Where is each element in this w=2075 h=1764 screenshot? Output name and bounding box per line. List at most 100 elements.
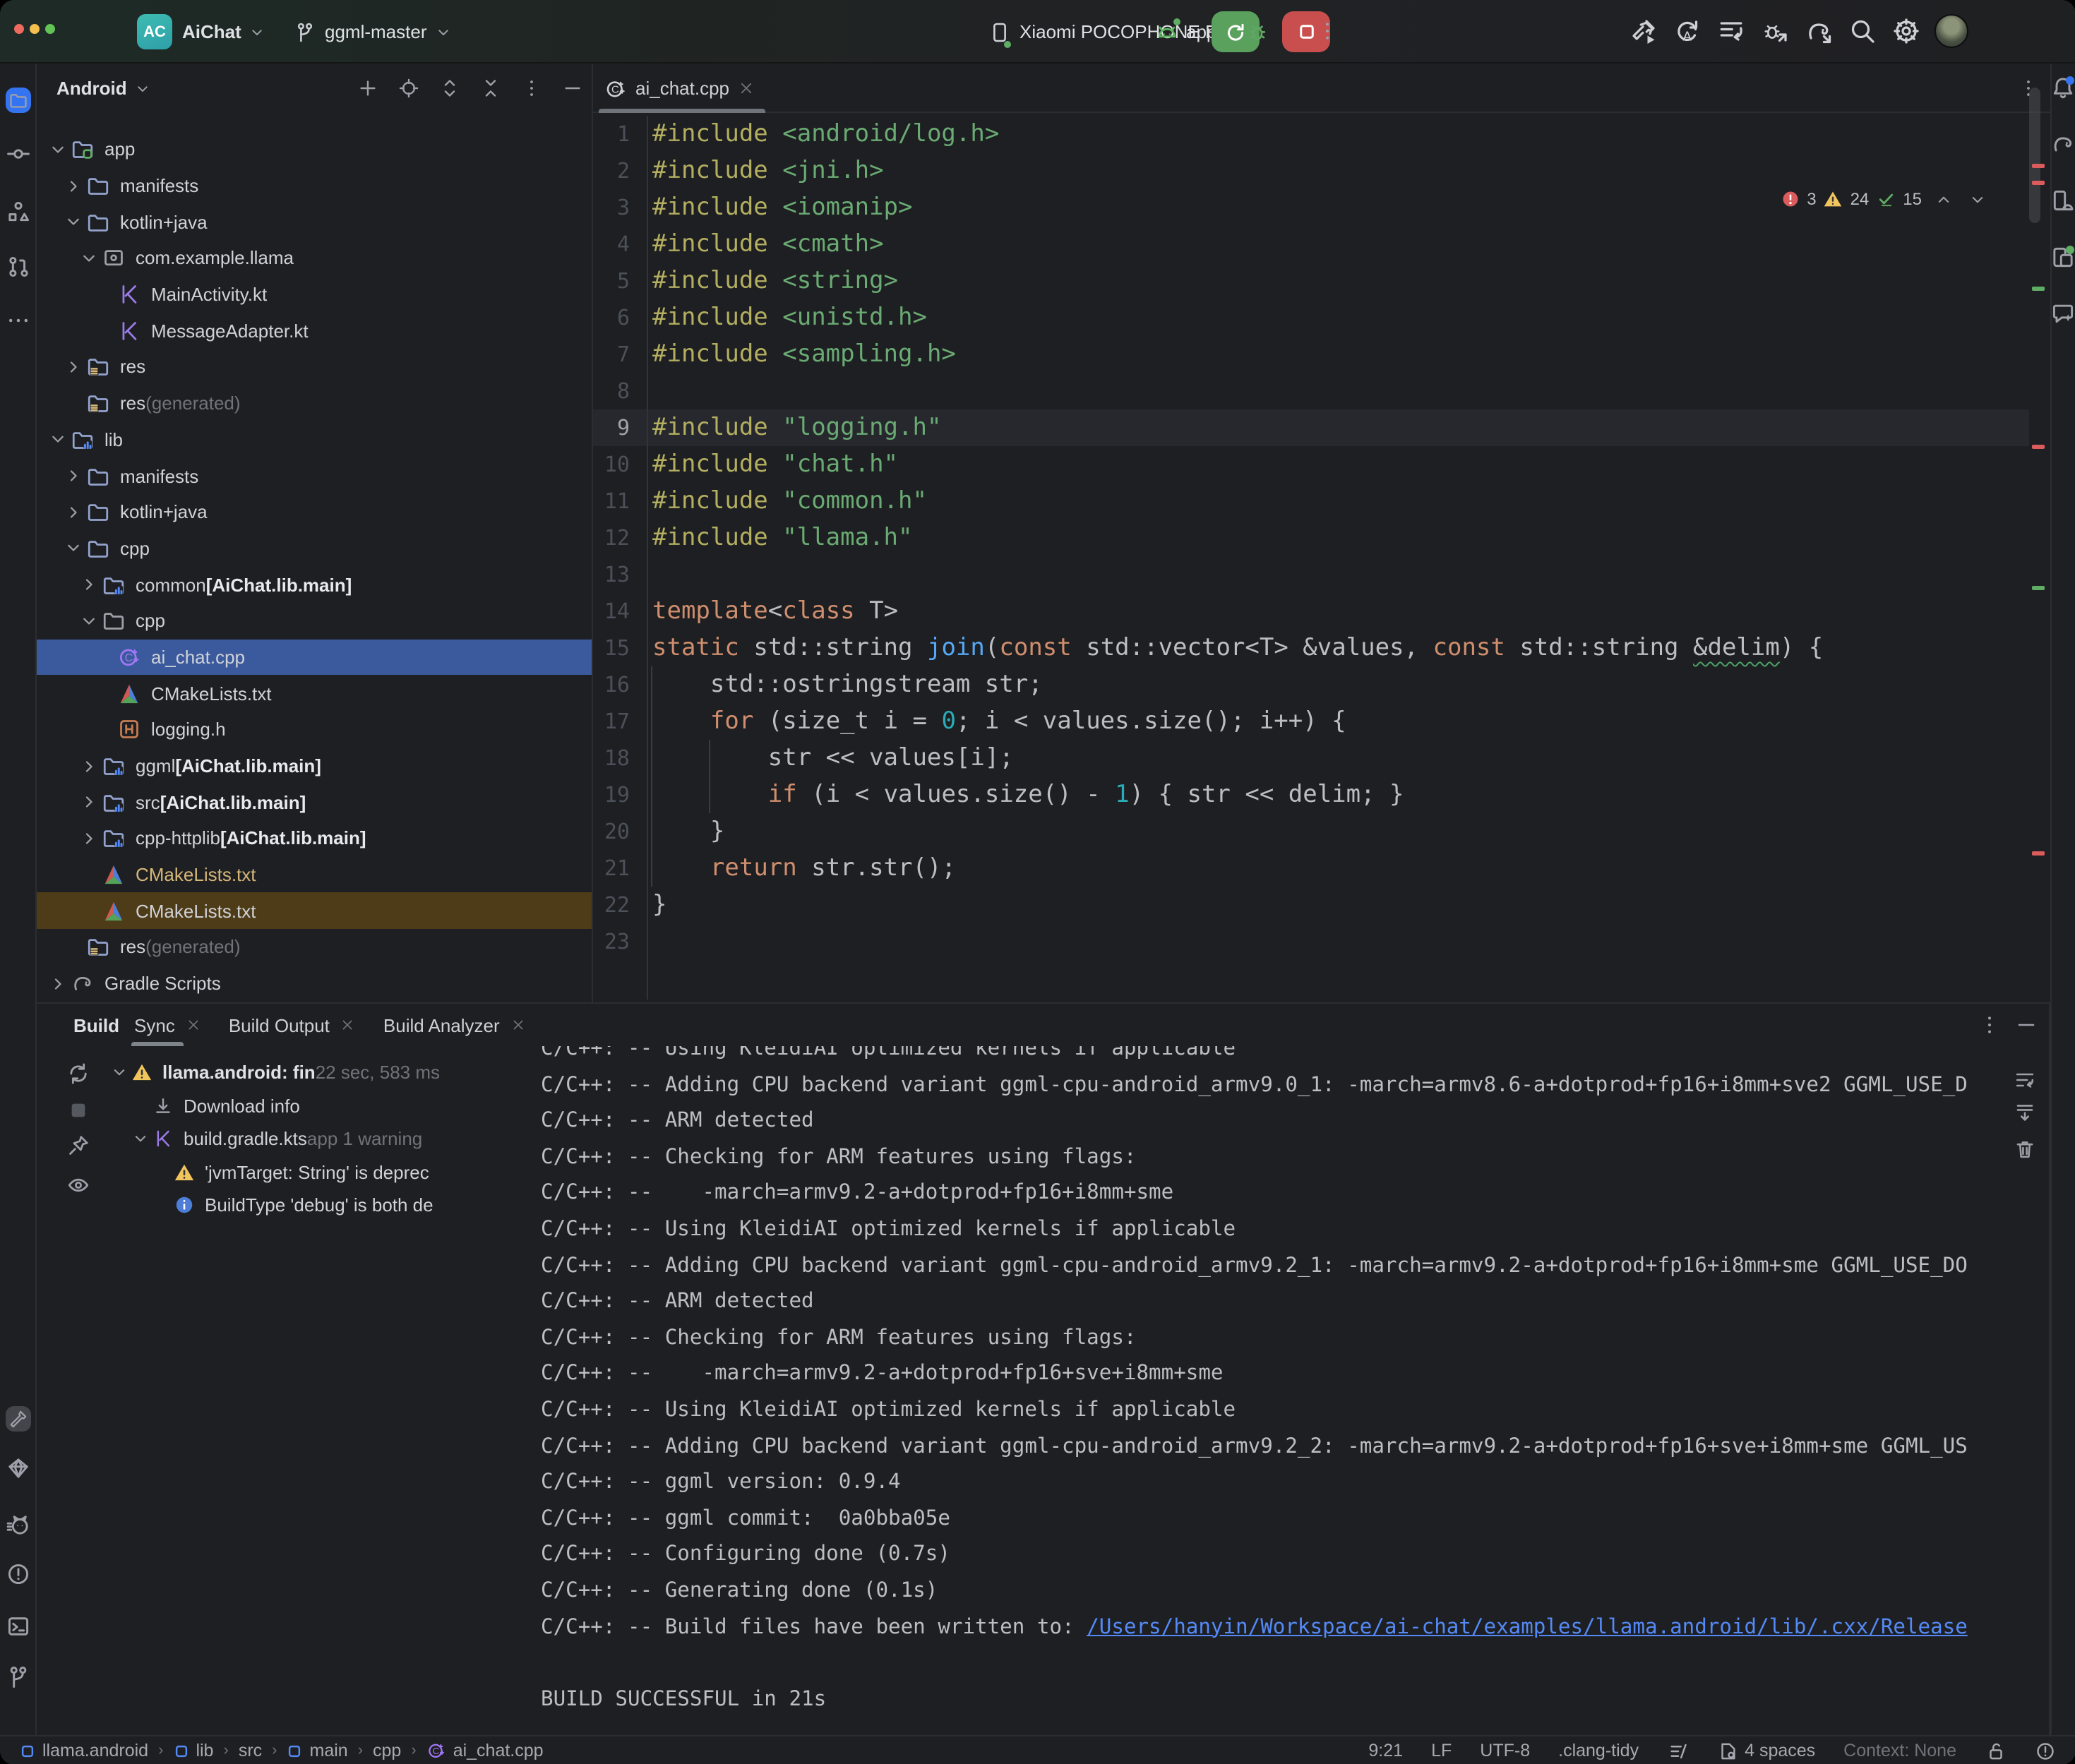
- chevron-down-icon[interactable]: [64, 212, 83, 232]
- close-tab-icon[interactable]: [341, 1018, 355, 1032]
- code-line-9[interactable]: 9#include "logging.h": [593, 409, 2029, 446]
- code-line-12[interactable]: 12#include "llama.h": [593, 520, 2029, 556]
- project-tree-item-res[interactable]: res: [37, 349, 592, 385]
- editor-scrollbar-thumb[interactable]: [2029, 88, 2040, 223]
- chevron-right-icon[interactable]: [79, 829, 99, 848]
- chevron-right-icon[interactable]: [79, 792, 99, 812]
- status-widget-lf[interactable]: LF: [1431, 1741, 1452, 1760]
- attach-debugger-icon[interactable]: [1761, 17, 1789, 45]
- code-line-1[interactable]: 1#include <android/log.h>: [593, 116, 2029, 152]
- project-tree-item-cpp[interactable]: cpp: [37, 603, 592, 639]
- chevron-down-icon[interactable]: [110, 1064, 128, 1082]
- gradle-sync-icon[interactable]: [1805, 17, 1833, 45]
- terminal-icon[interactable]: [5, 1614, 30, 1639]
- code-line-18[interactable]: 18 str << values[i];: [593, 740, 2029, 776]
- soft-wrap-icon[interactable]: [2014, 1069, 2036, 1091]
- project-tree-item-logging-h[interactable]: logging.h: [37, 712, 592, 748]
- code-line-13[interactable]: 13: [593, 556, 2029, 593]
- hide-window-icon[interactable]: [562, 78, 583, 99]
- project-tree-item-cpp-httplib[interactable]: cpp-httplib [AiChat.lib.main]: [37, 820, 592, 856]
- breadcrumb-item[interactable]: Cai_chat.cpp: [426, 1741, 544, 1760]
- search-everywhere-icon[interactable]: [1848, 17, 1877, 45]
- sync-with-a-icon[interactable]: A: [1673, 17, 1702, 45]
- build-output-console[interactable]: C/C++: -- Using KleidiAI optimized kerne…: [541, 1046, 2023, 1736]
- chevron-right-icon[interactable]: [64, 357, 83, 377]
- breadcrumb-item[interactable]: cpp: [373, 1741, 401, 1760]
- project-tree-item-gradle-scripts[interactable]: Gradle Scripts: [37, 966, 592, 1002]
- build-tab-sync[interactable]: Sync: [126, 1004, 209, 1046]
- breadcrumb-item[interactable]: llama.android: [20, 1741, 148, 1760]
- build-tab-build-output[interactable]: Build Output: [220, 1004, 364, 1046]
- code-line-7[interactable]: 7#include <sampling.h>: [593, 336, 2029, 373]
- chevron-right-icon[interactable]: [64, 502, 83, 522]
- code-line-21[interactable]: 21 return str.str();: [593, 850, 2029, 887]
- project-tree-item-cpp[interactable]: cpp: [37, 530, 592, 566]
- code-line-19[interactable]: 19 if (i < values.size() - 1) { str << d…: [593, 776, 2029, 813]
- locate-target-icon[interactable]: [398, 78, 419, 99]
- scroll-to-end-icon[interactable]: [2014, 1101, 2036, 1124]
- stripe-mark[interactable]: [2032, 851, 2045, 855]
- previous-problem-icon[interactable]: [1935, 190, 1953, 208]
- breadcrumb-item[interactable]: src: [239, 1741, 262, 1760]
- code-line-17[interactable]: 17 for (size_t i = 0; i < values.size();…: [593, 703, 2029, 740]
- code-line-20[interactable]: 20 }: [593, 813, 2029, 850]
- project-tree-item-res[interactable]: res (generated): [37, 385, 592, 421]
- chevron-down-icon[interactable]: [131, 1130, 150, 1148]
- sync-tree-item[interactable]: llama.android: fin 22 sec, 583 ms: [104, 1056, 525, 1089]
- editor-tab-ai-chat-cpp[interactable]: C ai_chat.cpp: [599, 64, 765, 113]
- stripe-mark[interactable]: [2032, 586, 2045, 589]
- expand-all-icon[interactable]: [439, 78, 460, 99]
- hide-build-window-icon[interactable]: [2015, 1014, 2038, 1036]
- close-window-button[interactable]: [14, 24, 24, 34]
- project-folder-icon[interactable]: [5, 88, 30, 113]
- build-hammer-run-icon[interactable]: [1629, 17, 1658, 45]
- meet-diamond-icon[interactable]: [5, 1456, 30, 1481]
- code-line-22[interactable]: 22}: [593, 887, 2029, 923]
- debug-button[interactable]: [1245, 20, 1269, 44]
- chevron-right-icon[interactable]: [79, 756, 99, 776]
- code-editor[interactable]: 1#include <android/log.h>2#include <jni.…: [593, 116, 2029, 1000]
- build-output-path-link[interactable]: /Users/hanyin/Workspace/ai-chat/examples…: [1087, 1614, 1968, 1638]
- breadcrumb-item[interactable]: main: [287, 1741, 348, 1760]
- device-manager-icon[interactable]: [2051, 188, 2075, 213]
- logcat-cat-icon[interactable]: [5, 1512, 30, 1537]
- close-tab-icon[interactable]: [511, 1018, 525, 1032]
- collapse-all-icon[interactable]: [480, 78, 501, 99]
- status-widget-context-none[interactable]: Context: None: [1843, 1741, 1956, 1760]
- inspections-widget[interactable]: 3 24 15: [1780, 188, 1987, 210]
- stripe-mark[interactable]: [2032, 164, 2045, 167]
- project-tree-item-messageadapter-kt[interactable]: MessageAdapter.kt: [37, 313, 592, 349]
- chevron-down-icon[interactable]: [48, 140, 68, 160]
- sync-tree-item[interactable]: Download info: [104, 1089, 525, 1122]
- project-tree-item-common[interactable]: common [AiChat.lib.main]: [37, 567, 592, 603]
- project-tree-item-res[interactable]: res (generated): [37, 929, 592, 965]
- project-tree-item-ggml[interactable]: ggml [AiChat.lib.main]: [37, 748, 592, 784]
- status-widget[interactable]: [1985, 1740, 2006, 1761]
- code-line-14[interactable]: 14template<class T>: [593, 593, 2029, 630]
- preview-eye-icon[interactable]: [66, 1173, 90, 1197]
- chevron-right-icon[interactable]: [64, 176, 83, 196]
- build-hammer-icon[interactable]: [5, 1406, 30, 1432]
- pull-requests-icon[interactable]: [5, 254, 30, 280]
- status-widget--clang-tidy[interactable]: .clang-tidy: [1558, 1741, 1639, 1760]
- code-line-6[interactable]: 6#include <unistd.h>: [593, 299, 2029, 336]
- project-tree-item-kotlin-java[interactable]: kotlin+java: [37, 204, 592, 240]
- project-tree-item-mainactivity-kt[interactable]: MainActivity.kt: [37, 277, 592, 313]
- code-line-2[interactable]: 2#include <jni.h>: [593, 152, 2029, 189]
- project-tree-item-cmakelists-txt[interactable]: CMakeLists.txt: [37, 676, 592, 712]
- add-plus-icon[interactable]: [357, 78, 378, 99]
- close-tab-icon[interactable]: [186, 1018, 201, 1032]
- code-line-15[interactable]: 15static std::string join(const std::vec…: [593, 630, 2029, 666]
- apply-code-changes-icon[interactable]: [1717, 17, 1745, 45]
- more-run-options-icon[interactable]: [1316, 20, 1339, 42]
- ai-assistant-chat-icon[interactable]: [2051, 301, 2075, 326]
- status-widget-9-21[interactable]: 9:21: [1368, 1741, 1403, 1760]
- chevron-down-icon[interactable]: [48, 430, 68, 450]
- structure-icon[interactable]: [5, 199, 30, 224]
- clear-trash-icon[interactable]: [2014, 1138, 2036, 1160]
- chevron-right-icon[interactable]: [64, 466, 83, 486]
- project-tree-item-app[interactable]: app: [37, 131, 592, 167]
- project-tree-item-src[interactable]: src [AiChat.lib.main]: [37, 784, 592, 820]
- re-run-sync-icon[interactable]: [66, 1062, 90, 1086]
- stripe-mark[interactable]: [2032, 445, 2045, 448]
